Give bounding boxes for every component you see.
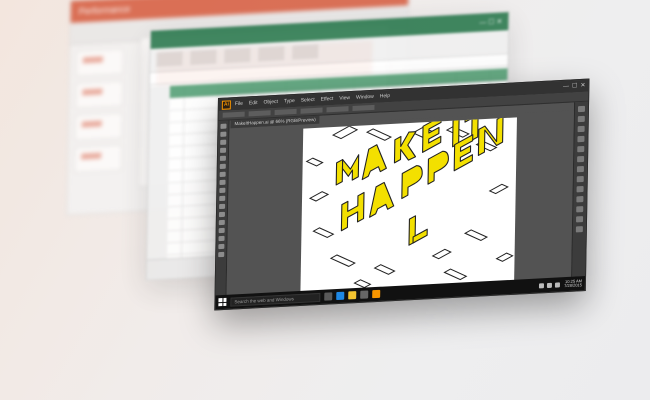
system-tray bbox=[539, 281, 561, 288]
pathfinder-panel-icon[interactable] bbox=[575, 226, 583, 233]
control-field[interactable] bbox=[274, 108, 297, 116]
minimize-button[interactable]: — bbox=[563, 83, 569, 91]
gradient-tool-icon[interactable] bbox=[218, 227, 225, 234]
artboards-panel-icon[interactable] bbox=[576, 206, 584, 213]
width-tool-icon[interactable] bbox=[218, 211, 225, 218]
network-icon[interactable] bbox=[539, 282, 545, 288]
taskbar-spacer bbox=[384, 286, 535, 294]
swatches-panel-icon[interactable] bbox=[577, 115, 585, 123]
graphic-styles-panel-icon[interactable] bbox=[576, 185, 584, 193]
slide-thumbnails bbox=[73, 48, 125, 179]
menu-item[interactable]: Edit bbox=[249, 100, 258, 106]
menu-item[interactable]: Object bbox=[263, 99, 278, 106]
ribbon-group[interactable] bbox=[292, 44, 319, 60]
volume-icon[interactable] bbox=[547, 282, 553, 288]
desktop-composition: Performance — ☐ ✕ Ai File Edit Object Ty… bbox=[0, 0, 650, 400]
slide-thumbnail[interactable] bbox=[75, 80, 124, 109]
illustrator-window[interactable]: Ai File Edit Object Type Select Effect V… bbox=[214, 78, 590, 311]
zoom-tool-icon[interactable] bbox=[218, 251, 225, 258]
close-button[interactable]: ✕ bbox=[580, 82, 585, 90]
control-field[interactable] bbox=[300, 107, 323, 114]
menu-item[interactable]: Type bbox=[284, 98, 295, 105]
task-view-icon[interactable] bbox=[324, 292, 333, 301]
control-field[interactable] bbox=[222, 111, 245, 118]
hand-tool-icon[interactable] bbox=[218, 243, 225, 250]
slide-thumbnail[interactable] bbox=[73, 144, 123, 174]
ribbon-group[interactable] bbox=[190, 49, 217, 65]
gradient-panel-icon[interactable] bbox=[577, 155, 585, 163]
edge-browser-icon[interactable] bbox=[336, 291, 345, 301]
shape-builder-tool-icon[interactable] bbox=[218, 219, 225, 226]
menu-item[interactable]: File bbox=[235, 101, 243, 107]
taskbar-search-input[interactable]: Search the web and Windows bbox=[230, 292, 321, 307]
menu-item[interactable]: Effect bbox=[321, 96, 334, 103]
ribbon-group[interactable] bbox=[258, 45, 285, 62]
illustrator-taskbar-icon[interactable] bbox=[372, 289, 381, 299]
brush-tool-icon[interactable] bbox=[219, 179, 226, 186]
direct-selection-tool-icon[interactable] bbox=[220, 131, 227, 137]
make-it-happen-artwork[interactable] bbox=[300, 104, 517, 293]
ppt-slide-title: Performance bbox=[78, 3, 131, 17]
transparency-panel-icon[interactable] bbox=[576, 165, 584, 173]
type-tool-icon[interactable] bbox=[219, 155, 226, 161]
magic-wand-tool-icon[interactable] bbox=[220, 139, 227, 145]
control-field[interactable] bbox=[352, 104, 375, 111]
yellow-letter-shapes bbox=[335, 104, 504, 246]
pen-tool-icon[interactable] bbox=[220, 147, 227, 153]
align-panel-icon[interactable] bbox=[576, 216, 584, 223]
control-field[interactable] bbox=[326, 106, 349, 113]
clock-date: 7/28/2015 bbox=[564, 282, 582, 289]
menu-item[interactable]: View bbox=[339, 95, 350, 102]
illustrator-logo-icon: Ai bbox=[221, 99, 231, 110]
menu-item[interactable]: Help bbox=[380, 93, 390, 100]
row-headers bbox=[146, 86, 170, 260]
windows-start-icon[interactable] bbox=[218, 297, 227, 307]
store-icon[interactable] bbox=[360, 290, 369, 299]
scale-tool-icon[interactable] bbox=[219, 203, 226, 210]
pencil-tool-icon[interactable] bbox=[219, 187, 226, 194]
rotate-tool-icon[interactable] bbox=[219, 195, 226, 202]
brushes-panel-icon[interactable] bbox=[577, 125, 585, 133]
window-controls: — ☐ ✕ bbox=[563, 82, 586, 91]
ribbon-group[interactable] bbox=[224, 47, 251, 64]
slide-thumbnail[interactable] bbox=[74, 112, 123, 141]
ribbon-group[interactable] bbox=[156, 51, 183, 67]
menu-item[interactable]: Select bbox=[301, 97, 315, 104]
document-canvas[interactable] bbox=[226, 104, 574, 295]
eyedropper-tool-icon[interactable] bbox=[218, 235, 225, 242]
control-field[interactable] bbox=[248, 110, 271, 117]
excel-window-controls[interactable]: — ☐ ✕ bbox=[479, 18, 502, 27]
stroke-panel-icon[interactable] bbox=[577, 145, 585, 153]
file-explorer-icon[interactable] bbox=[348, 291, 357, 300]
slide-thumbnail[interactable] bbox=[75, 48, 125, 77]
line-tool-icon[interactable] bbox=[219, 163, 226, 170]
appearance-panel-icon[interactable] bbox=[576, 175, 584, 183]
taskbar-clock[interactable]: 10:25 AM 7/28/2015 bbox=[564, 278, 582, 289]
menu-item[interactable]: Window bbox=[356, 94, 374, 101]
rectangle-tool-icon[interactable] bbox=[219, 171, 226, 178]
selection-tool-icon[interactable] bbox=[220, 123, 227, 129]
layers-panel-icon[interactable] bbox=[576, 196, 584, 203]
artboard[interactable] bbox=[300, 104, 517, 293]
maximize-button[interactable]: ☐ bbox=[572, 82, 578, 90]
color-panel-icon[interactable] bbox=[577, 105, 586, 113]
symbols-panel-icon[interactable] bbox=[577, 135, 585, 143]
notification-icon[interactable] bbox=[555, 281, 561, 288]
